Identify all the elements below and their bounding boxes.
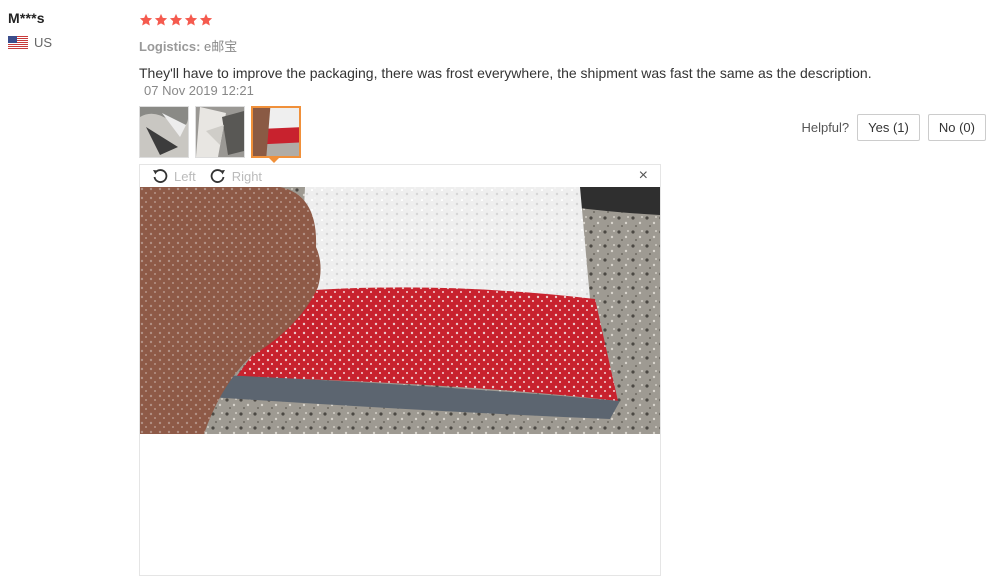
rotate-right-label: Right (231, 168, 263, 184)
selected-thumbnail-caret (268, 157, 280, 163)
review-date: 07 Nov 2019 12:21 (144, 83, 254, 98)
helpful-no-button[interactable]: No (0) (927, 114, 986, 141)
photo-thumbnails (139, 106, 301, 158)
star-icon (169, 13, 183, 27)
photo-thumbnail-2[interactable] (195, 106, 245, 158)
enlarged-photo (140, 187, 660, 434)
review-body: Logistics: e邮宝 They'll have to improve t… (139, 10, 989, 98)
close-viewer-button[interactable]: × (639, 167, 648, 185)
photo-thumbnail-1[interactable] (139, 106, 189, 158)
star-icon (184, 13, 198, 27)
logistics-info: Logistics: e邮宝 (139, 36, 989, 55)
rotate-left-icon (152, 168, 168, 184)
helpful-label: Helpful? (801, 120, 850, 135)
country-code: US (34, 35, 53, 50)
star-icon (154, 13, 168, 27)
reviewer-name: M***s (8, 10, 45, 26)
rotate-left-label: Left (174, 168, 196, 184)
photo-thumbnail-3-selected[interactable] (251, 106, 301, 158)
reviewer-country: US (8, 35, 118, 50)
photo-viewer: Left Right × (139, 164, 661, 576)
us-flag-icon (8, 36, 28, 49)
helpful-yes-button[interactable]: Yes (1) (857, 114, 920, 141)
star-icon (199, 13, 213, 27)
logistics-label: Logistics: (139, 39, 201, 54)
logistics-value: e邮宝 (204, 39, 238, 54)
reviewer-info: M***s US (8, 10, 118, 50)
star-rating (139, 10, 989, 30)
star-icon (139, 13, 153, 27)
helpful-voting: Helpful? Yes (1) No (0) (801, 114, 986, 141)
rotate-right-button[interactable]: Right (210, 168, 262, 184)
viewer-toolbar: Left Right × (140, 165, 660, 187)
rotate-left-button[interactable]: Left (152, 168, 196, 184)
review-text: They'll have to improve the packaging, t… (139, 65, 872, 81)
rotate-right-icon (210, 168, 226, 184)
